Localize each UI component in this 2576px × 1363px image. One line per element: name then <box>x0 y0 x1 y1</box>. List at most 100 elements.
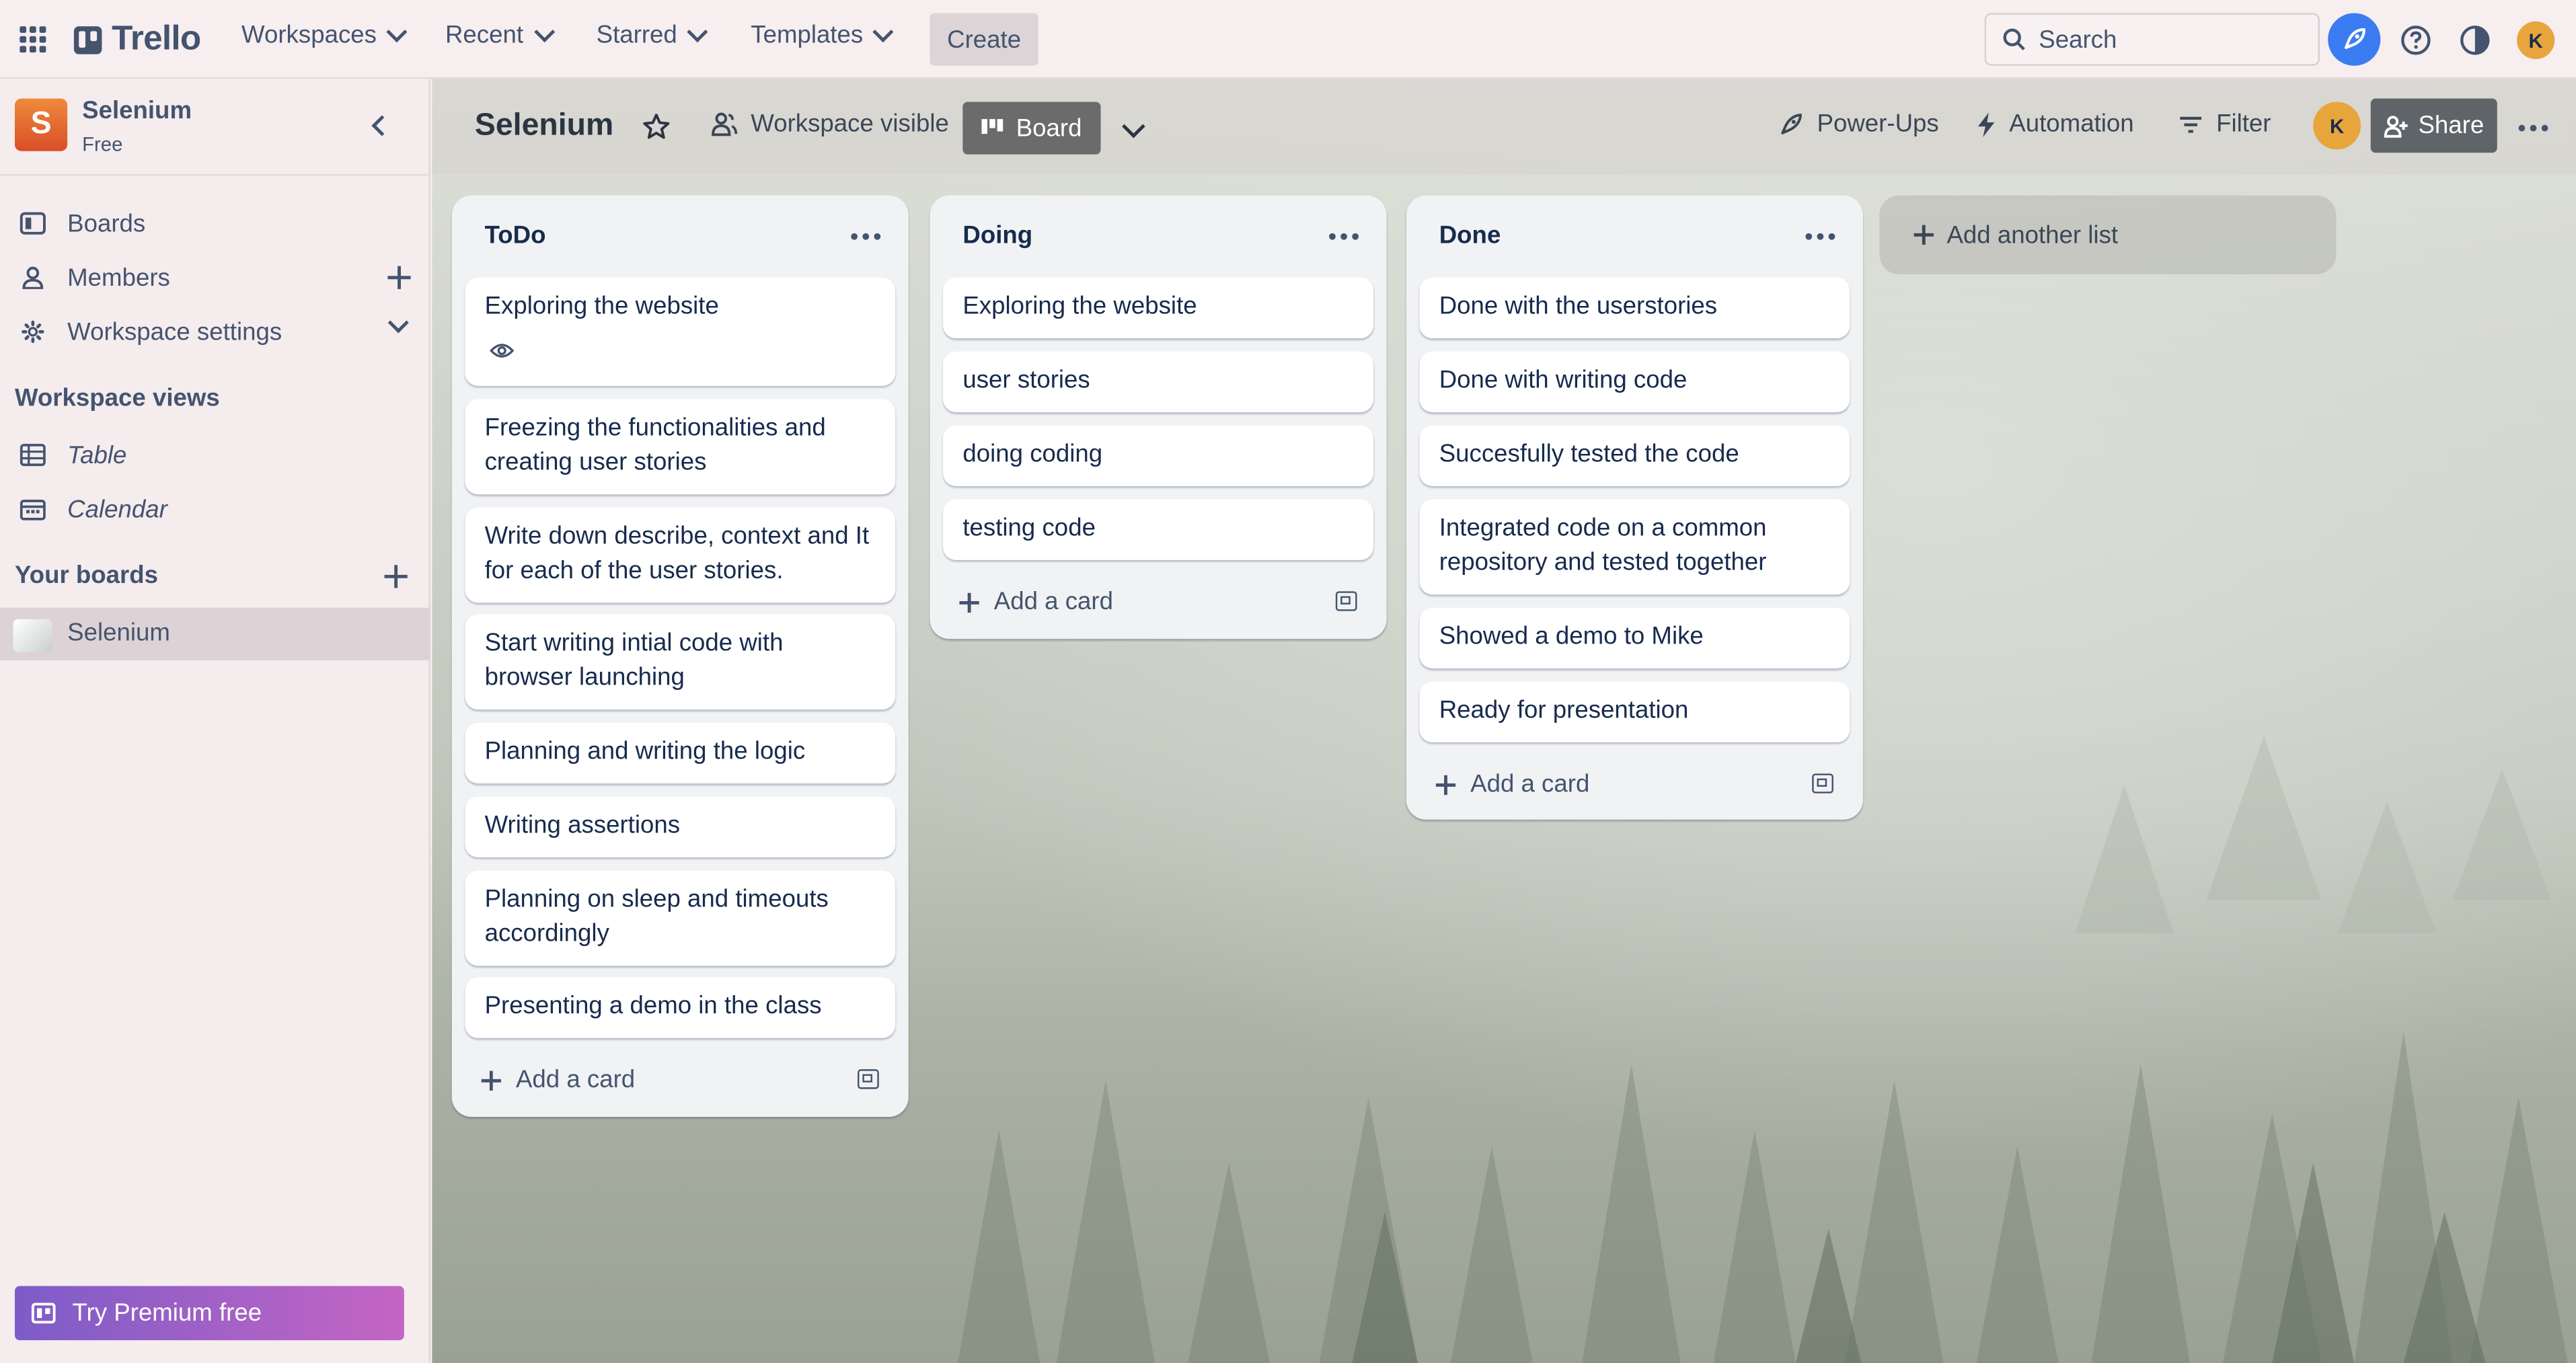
card[interactable]: Showed a demo to Mike <box>1419 607 1850 669</box>
people-icon <box>712 112 738 137</box>
premium-board-icon <box>31 1302 56 1324</box>
board-header: Selenium Workspace visible Board Power-U… <box>432 79 2576 174</box>
trello-logo-icon <box>73 25 102 54</box>
sidebar-item-label: Workspace settings <box>67 317 282 346</box>
starred-menu-label: Starred <box>596 21 677 50</box>
board-view-icon <box>982 119 1004 134</box>
starred-menu[interactable]: Starred <box>596 21 708 50</box>
power-ups-button[interactable]: Power-Ups <box>1778 110 1939 138</box>
top-navigation: Trello Workspaces Recent Starred Templat… <box>0 0 2576 79</box>
help-icon[interactable] <box>2398 23 2431 56</box>
sidebar-item-label: Boards <box>67 209 146 237</box>
sidebar-item-label: Calendar <box>67 495 167 523</box>
create-from-template-icon[interactable] <box>858 1069 879 1089</box>
card[interactable]: Done with writing code <box>1419 351 1850 413</box>
search-icon <box>2003 28 2025 50</box>
card[interactable]: Planning and writing the logic <box>465 722 896 784</box>
add-card-button[interactable]: Add a card <box>1435 771 1589 798</box>
chevron-down-icon[interactable] <box>387 312 409 334</box>
switch-views-chevron-icon[interactable] <box>1122 114 1145 139</box>
board-title[interactable]: Selenium <box>475 108 613 145</box>
premium-label: Try Premium free <box>72 1299 262 1327</box>
card[interactable]: Writing assertions <box>465 796 896 858</box>
workspace-name[interactable]: Selenium <box>82 97 192 125</box>
watching-eye-icon <box>490 344 515 358</box>
filter-button[interactable]: Filter <box>2179 110 2271 139</box>
card[interactable]: Exploring the website <box>943 277 1374 339</box>
recent-menu[interactable]: Recent <box>445 21 555 50</box>
board-icon <box>20 212 46 235</box>
card[interactable]: Done with the userstories <box>1419 277 1850 339</box>
sidebar-item-label: Members <box>67 264 170 292</box>
sidebar-item-boards[interactable]: Boards <box>0 197 430 249</box>
card[interactable]: doing coding <box>943 425 1374 487</box>
add-member-icon[interactable] <box>387 266 411 289</box>
list-done: Done Done with the userstories Done with… <box>1406 195 1863 820</box>
create-board-icon[interactable] <box>384 565 408 588</box>
templates-menu-label: Templates <box>751 21 864 50</box>
person-icon <box>22 266 44 289</box>
templates-menu[interactable]: Templates <box>751 21 895 50</box>
list-title[interactable]: Doing <box>962 222 1032 250</box>
card[interactable]: Start writing intial code with browser l… <box>465 614 896 710</box>
workspace-logo: S <box>14 98 68 151</box>
board-view-button[interactable]: Board <box>962 102 1101 155</box>
board-thumbnail <box>13 619 53 652</box>
list-actions-icon[interactable] <box>1329 233 1359 240</box>
automation-button[interactable]: Automation <box>1976 110 2134 139</box>
create-button[interactable]: Create <box>930 13 1038 66</box>
rocket-icon <box>1781 112 1803 134</box>
sidebar-item-members[interactable]: Members <box>0 251 430 304</box>
list-actions-icon[interactable] <box>1805 233 1835 240</box>
add-card-button[interactable]: Add a card <box>481 1066 635 1094</box>
card[interactable]: Integrated code on a common repository a… <box>1419 499 1850 595</box>
workspace-visible-button[interactable]: Workspace visible <box>712 110 949 138</box>
sidebar-item-table[interactable]: Table <box>0 429 430 481</box>
card[interactable]: Write down describe, context and It for … <box>465 507 896 603</box>
user-avatar[interactable]: K <box>2517 21 2555 59</box>
card[interactable]: Ready for presentation <box>1419 681 1850 743</box>
search-input[interactable]: Search <box>1984 13 2320 66</box>
list-title[interactable]: ToDo <box>485 222 546 250</box>
create-from-template-icon[interactable] <box>1335 591 1357 611</box>
list-todo: ToDo Exploring the website Freezing the … <box>451 195 909 1117</box>
card[interactable]: Freezing the functionalities and creatin… <box>465 399 896 495</box>
card[interactable]: Planning on sleep and timeouts according… <box>465 870 896 966</box>
card[interactable]: testing code <box>943 499 1374 560</box>
sidebar-board-label: Selenium <box>67 619 170 648</box>
sidebar-item-workspace-settings[interactable]: Workspace settings <box>0 305 430 358</box>
card[interactable]: Succesfully tested the code <box>1419 425 1850 487</box>
list-title[interactable]: Done <box>1439 222 1501 250</box>
app-switcher-icon[interactable] <box>20 26 46 53</box>
add-another-list-button[interactable]: Add another list <box>1879 195 2337 274</box>
sidebar-board-selenium[interactable]: Selenium <box>0 607 430 660</box>
chevron-down-icon <box>687 22 708 43</box>
board-member-avatar[interactable]: K <box>2313 102 2361 150</box>
add-card-button[interactable]: Add a card <box>959 588 1113 616</box>
collapse-sidebar-icon[interactable] <box>371 115 393 137</box>
share-button[interactable]: Share <box>2370 98 2497 153</box>
notifications-rocket-button[interactable] <box>2328 13 2381 66</box>
filter-label: Filter <box>2216 110 2271 139</box>
trello-page: Trello Workspaces Recent Starred Templat… <box>0 0 2576 1363</box>
automation-label: Automation <box>2009 110 2134 139</box>
add-list-label: Add another list <box>1946 221 2119 249</box>
trello-logo[interactable]: Trello <box>73 20 201 59</box>
add-person-icon <box>2384 114 2408 137</box>
card[interactable]: Presenting a demo in the class <box>465 977 896 1038</box>
recent-menu-label: Recent <box>445 21 524 50</box>
card-title: Exploring the website <box>484 292 719 321</box>
card[interactable]: Exploring the website <box>465 277 896 387</box>
workspace-header: S Selenium Free <box>0 79 430 176</box>
board-view-label: Board <box>1016 114 1082 143</box>
card[interactable]: user stories <box>943 351 1374 413</box>
star-icon[interactable] <box>642 114 671 140</box>
board-menu-icon[interactable] <box>2518 124 2548 132</box>
workspaces-menu[interactable]: Workspaces <box>241 22 408 49</box>
gear-icon <box>22 320 44 344</box>
try-premium-button[interactable]: Try Premium free <box>14 1286 404 1341</box>
sidebar-item-calendar[interactable]: Calendar <box>0 483 430 535</box>
theme-toggle-icon[interactable] <box>2458 23 2491 56</box>
list-actions-icon[interactable] <box>851 233 881 240</box>
create-from-template-icon[interactable] <box>1812 773 1833 793</box>
